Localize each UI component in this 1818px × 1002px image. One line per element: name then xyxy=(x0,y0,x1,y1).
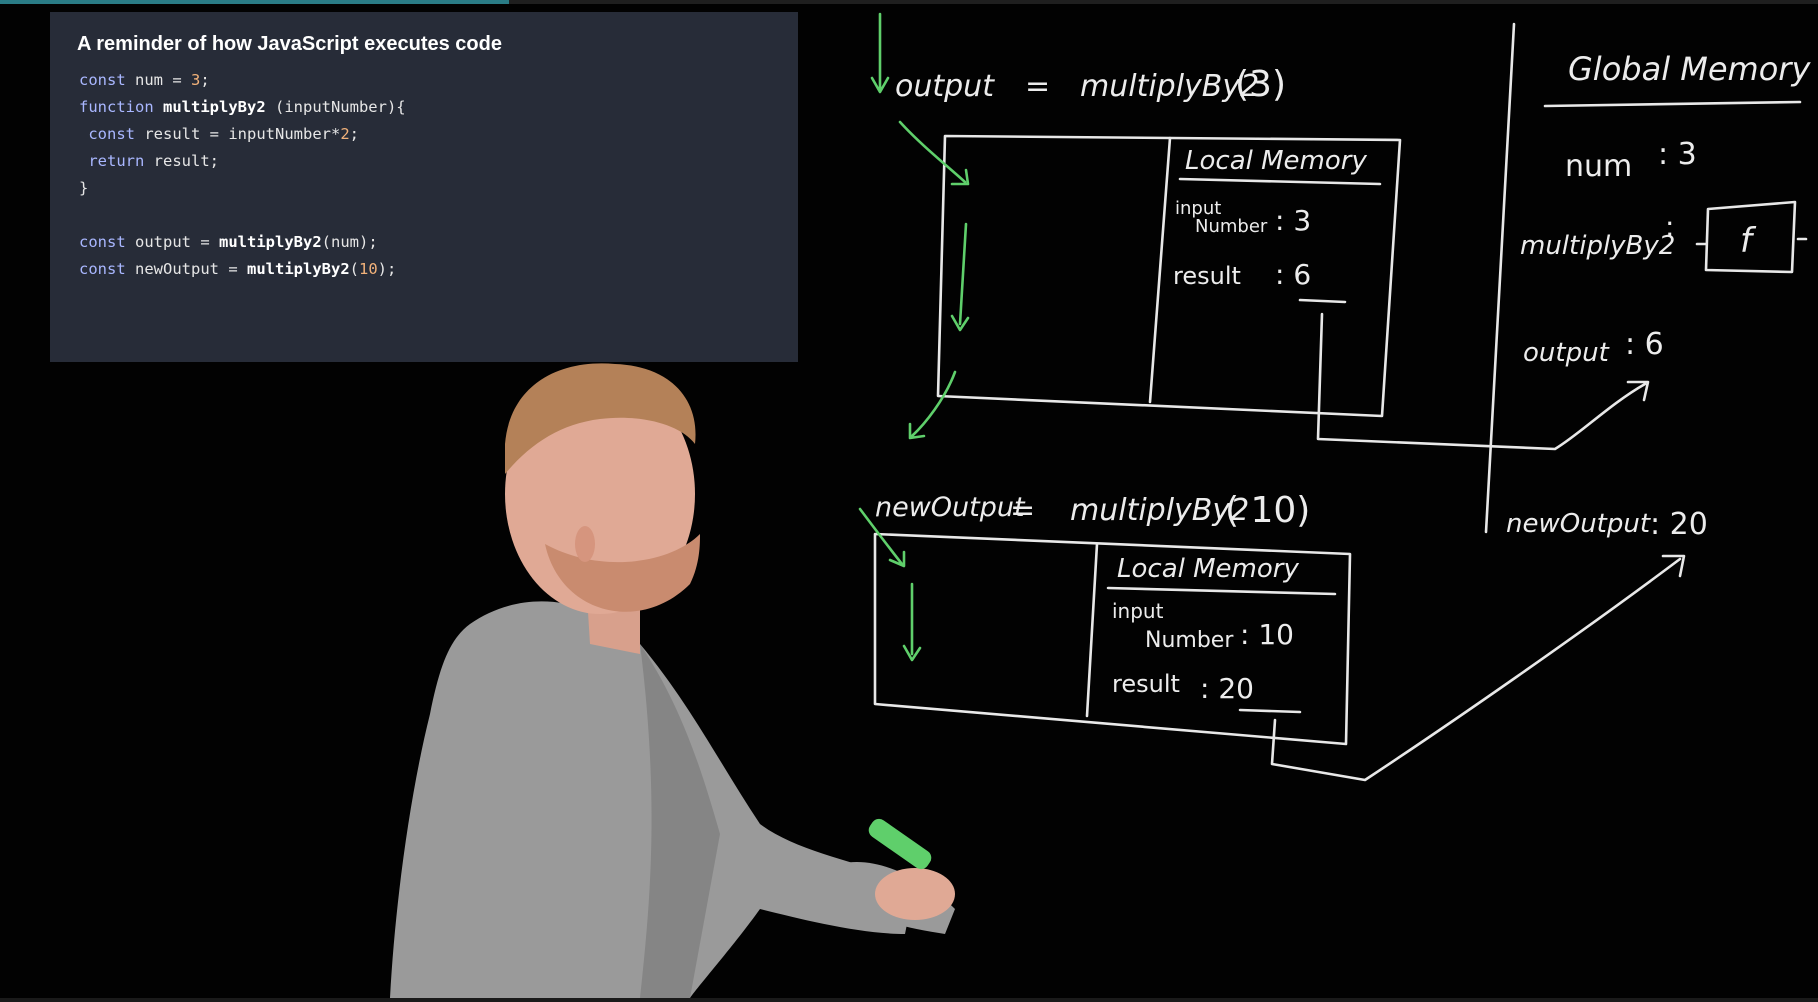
local-memory-1-result-label: result xyxy=(1173,262,1241,290)
call-1-left: output xyxy=(895,69,995,104)
local-memory-2-result-value: : 20 xyxy=(1200,672,1254,705)
presenter-ear xyxy=(575,526,595,562)
code-token: ; xyxy=(200,71,210,89)
video-frame[interactable]: output = multiplyBy2 (3) Local Memory in… xyxy=(0,4,1818,998)
global-entry-newoutput-value: : 20 xyxy=(1650,507,1708,542)
code-token: result; xyxy=(144,152,219,170)
code-line: const newOutput = multiplyBy2(10); xyxy=(79,258,396,280)
local-memory-1-result-value: : 6 xyxy=(1275,258,1311,291)
global-entry-num-value: : 3 xyxy=(1658,137,1697,172)
code-token: ; xyxy=(349,125,360,143)
code-token: const xyxy=(79,260,126,278)
video-bottom-edge xyxy=(0,998,1818,1002)
code-token: ); xyxy=(377,260,397,278)
code-panel-title: A reminder of how JavaScript executes co… xyxy=(77,33,502,55)
execution-arrow-top xyxy=(870,12,890,94)
local-memory-2-result-label: result xyxy=(1112,670,1180,698)
code-token: 10 xyxy=(359,260,378,278)
call-1-arg: (3) xyxy=(1235,64,1286,105)
code-token: output = xyxy=(125,233,219,251)
video-progress-fill xyxy=(0,0,510,4)
global-entry-fn-label: multiplyBy2 xyxy=(1520,231,1675,261)
code-token: result = inputNumber* xyxy=(135,125,341,143)
code-token: ( xyxy=(349,260,359,278)
code-token: const xyxy=(79,71,126,89)
call-1: output = multiplyBy2 (3) xyxy=(870,12,1286,105)
call-2-arg: ( 10) xyxy=(1225,490,1310,531)
execution-context-1: Local Memory input Number : 3 result : 6 xyxy=(898,120,1650,451)
local-memory-2-title: Local Memory xyxy=(1117,554,1299,584)
call-2-fn: multiplyBy2 xyxy=(1070,493,1249,528)
code-line: const result = inputNumber*2; xyxy=(79,123,359,145)
code-token: return xyxy=(88,152,145,170)
code-line: const num = 3; xyxy=(79,69,210,91)
green-marker xyxy=(868,818,932,870)
local-memory-2-input-value: : 10 xyxy=(1240,618,1294,651)
presenter-figure xyxy=(390,363,955,998)
code-line: const output = multiplyBy2(num); xyxy=(79,231,378,253)
presenter-hand xyxy=(875,868,955,920)
code-token: num = xyxy=(125,71,191,89)
global-entry-newoutput-label: newOutput xyxy=(1506,509,1651,539)
code-token: multiplyBy2 xyxy=(219,233,322,251)
function-box-label: f xyxy=(1740,221,1757,261)
global-entry-output-value: : 6 xyxy=(1625,327,1664,362)
code-token: function xyxy=(79,98,154,116)
call-1-eq: = xyxy=(1025,69,1050,104)
code-token: const xyxy=(88,125,136,143)
code-line: } xyxy=(79,177,88,199)
code-token: } xyxy=(79,179,89,197)
code-token: multiplyBy2 xyxy=(163,98,266,116)
code-panel: A reminder of how JavaScript executes co… xyxy=(50,12,798,362)
global-entry-num-label: num xyxy=(1565,149,1632,184)
code-token: 2 xyxy=(340,125,350,143)
code-line: function multiplyBy2 (inputNumber){ xyxy=(79,96,406,118)
code-token: 3 xyxy=(191,71,201,89)
code-token: (num); xyxy=(321,233,378,251)
call-1-fn: multiplyBy2 xyxy=(1080,69,1259,104)
local-memory-1-input-value: : 3 xyxy=(1275,204,1311,237)
call-2-left: newOutput xyxy=(875,492,1026,523)
local-memory-1-title: Local Memory xyxy=(1185,146,1367,176)
global-entry-output-label: output xyxy=(1523,338,1610,368)
call-2-eq: = xyxy=(1010,493,1035,528)
execution-context-2: Local Memory input Number : 10 result : … xyxy=(858,507,1686,782)
local-memory-2-input-top: input xyxy=(1112,599,1164,623)
code-token: const xyxy=(79,233,126,251)
global-memory: Global Memory num : 3 multiplyBy2 : f ou… xyxy=(1484,22,1811,542)
code-line: return result; xyxy=(79,150,219,172)
code-token: (inputNumber){ xyxy=(265,98,406,116)
local-memory-1-input-bottom: Number xyxy=(1195,216,1268,237)
call-2: newOutput = multiplyBy2 ( 10) xyxy=(875,490,1310,531)
code-token: multiplyBy2 xyxy=(247,260,350,278)
local-memory-2-input-bottom: Number xyxy=(1145,628,1234,653)
code-token: newOutput = xyxy=(125,260,247,278)
video-progress-track[interactable] xyxy=(0,0,1818,4)
global-entry-fn-value: : xyxy=(1665,210,1674,243)
global-memory-title: Global Memory xyxy=(1568,50,1811,88)
